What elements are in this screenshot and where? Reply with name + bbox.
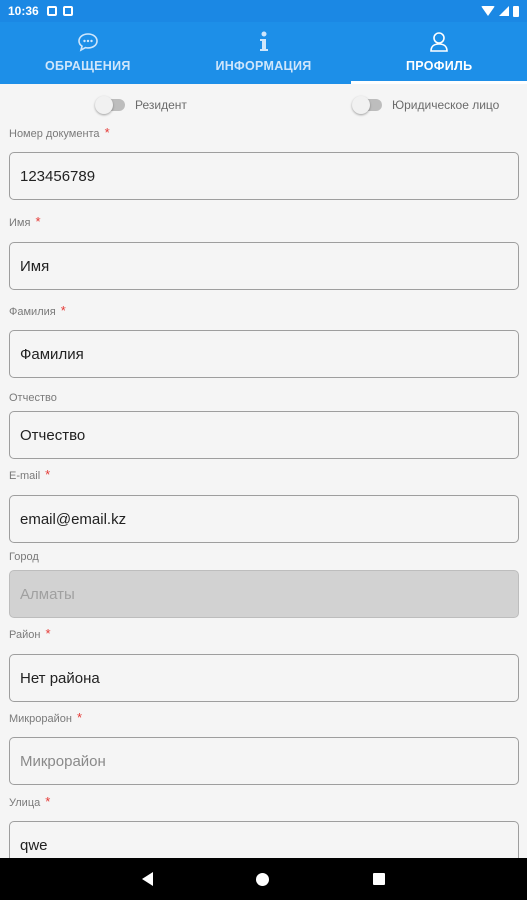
toggle-row: Резидент Юридическое лицо	[0, 94, 527, 118]
district-input[interactable]: Нет района	[9, 654, 519, 702]
required-mark: *	[45, 626, 51, 641]
last-name-label: Фамилия *	[9, 303, 66, 318]
resident-toggle[interactable]: Резидент	[95, 96, 187, 114]
tab-bar: ОБРАЩЕНИЯ ИНФОРМАЦИЯ ПРОФИЛЬ	[0, 22, 527, 84]
battery-icon	[513, 5, 519, 17]
back-icon[interactable]	[141, 872, 153, 886]
resident-label: Резидент	[135, 98, 187, 112]
required-mark: *	[60, 303, 66, 318]
user-icon	[429, 31, 449, 53]
required-mark: *	[45, 794, 51, 809]
document-number-label: Номер документа *	[9, 125, 110, 140]
microdistrict-label: Микрорайон *	[9, 710, 82, 725]
required-mark: *	[104, 125, 110, 140]
notification-icon	[46, 6, 57, 16]
home-icon[interactable]	[256, 872, 270, 886]
first-name-label: Имя *	[9, 214, 41, 229]
microdistrict-input[interactable]: Микрорайон	[9, 737, 519, 785]
tab-profile[interactable]: ПРОФИЛЬ	[351, 22, 527, 84]
email-label: E-mail *	[9, 467, 51, 482]
required-mark: *	[76, 710, 82, 725]
tab-appeals[interactable]: ОБРАЩЕНИЯ	[0, 22, 176, 84]
system-nav-bar	[0, 858, 527, 900]
district-label: Район *	[9, 626, 51, 641]
sd-card-icon	[62, 6, 73, 16]
email-input[interactable]: email@email.kz	[9, 495, 519, 543]
patronymic-input[interactable]: Отчество	[9, 411, 519, 459]
tab-information-label: ИНФОРМАЦИЯ	[215, 59, 312, 73]
street-label: Улица *	[9, 794, 51, 809]
tab-information[interactable]: ИНФОРМАЦИЯ	[176, 22, 352, 84]
recent-apps-icon[interactable]	[373, 873, 386, 885]
resident-switch[interactable]	[95, 96, 125, 114]
last-name-input[interactable]: Фамилия	[9, 330, 519, 378]
legal-entity-label: Юридическое лицо	[392, 98, 500, 112]
legal-entity-toggle[interactable]: Юридическое лицо	[352, 96, 500, 114]
signal-icon	[499, 6, 509, 16]
required-mark: *	[35, 214, 41, 229]
city-input: Алматы	[9, 570, 519, 618]
city-label: Город	[9, 551, 39, 563]
status-bar: 10:36	[0, 0, 527, 22]
chat-bubble-icon	[77, 31, 99, 53]
document-number-input[interactable]: 123456789	[9, 152, 519, 200]
info-icon	[257, 31, 271, 53]
patronymic-label: Отчество	[9, 392, 57, 404]
tab-appeals-label: ОБРАЩЕНИЯ	[44, 59, 131, 73]
status-time: 10:36	[8, 4, 39, 18]
tab-profile-label: ПРОФИЛЬ	[405, 59, 473, 73]
wifi-icon	[481, 6, 495, 16]
first-name-input[interactable]: Имя	[9, 242, 519, 290]
required-mark: *	[45, 467, 51, 482]
legal-entity-switch[interactable]	[352, 96, 382, 114]
